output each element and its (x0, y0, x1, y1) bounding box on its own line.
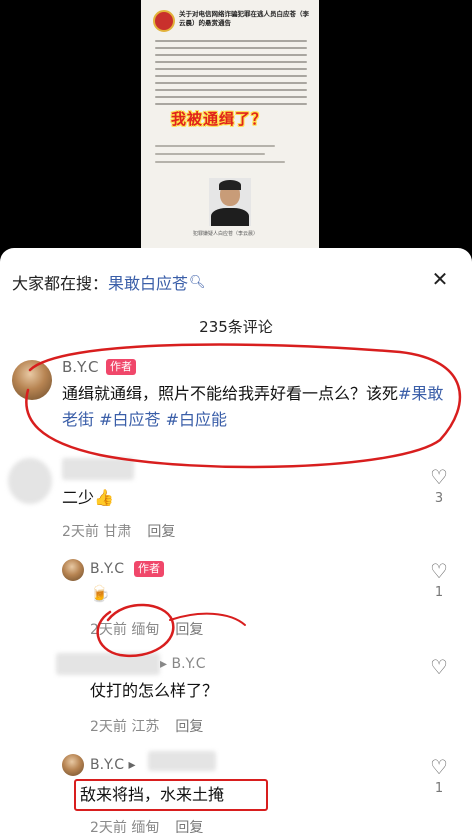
comment-meta: 2天前 甘肃 回复 (62, 524, 176, 540)
wanted-poster-image[interactable]: 关于对电信网络诈骗犯罪在逃人员白应苍（李云晨）的悬赏通告 我被通缉了？ 犯罪嫌疑… (141, 0, 319, 250)
comment-count: 235条评论 (199, 318, 273, 336)
comment-meta: 2天前 缅甸 回复 (90, 622, 204, 638)
reply-button[interactable]: 回复 (175, 820, 203, 833)
comment-author-name[interactable]: B.Y.C ▸ (90, 757, 135, 773)
media-area: 关于对电信网络诈骗犯罪在逃人员白应苍（李云晨）的悬赏通告 我被通缉了？ 犯罪嫌疑… (0, 0, 472, 250)
like-button[interactable]: ♡ 3 (428, 466, 450, 506)
comment-text: 二少👍 (62, 488, 114, 507)
comment-author-name[interactable] (56, 653, 160, 675)
reply-button[interactable]: 回复 (175, 622, 203, 638)
search-icon: 🔍︎ (189, 274, 206, 290)
like-button[interactable]: ♡ 1 (428, 560, 450, 600)
suspect-photo (209, 178, 251, 226)
like-button[interactable]: ♡ 1 (428, 756, 450, 796)
avatar[interactable] (62, 559, 84, 581)
close-icon[interactable]: ✕ (431, 269, 449, 289)
comment-author-name[interactable] (62, 458, 134, 480)
comment-sheet: 大家都在搜： 果敢白应苍 🔍︎ ✕ 235条评论 B.Y.C 作者 通缉就通缉，… (0, 248, 472, 833)
hot-search-prefix: 大家都在搜： (12, 274, 109, 293)
heart-icon: ♡ (430, 465, 448, 489)
hot-search-keyword[interactable]: 果敢白应苍 (108, 270, 188, 294)
like-button[interactable]: ♡ (428, 656, 450, 678)
photo-caption: 犯罪嫌疑人白应苍（李云晨） (193, 231, 259, 237)
reply-button[interactable]: 回复 (175, 719, 203, 735)
author-badge: 作者 (106, 359, 136, 375)
reply-to-name[interactable]: ▸ B.Y.C (160, 656, 205, 672)
poster-title: 关于对电信网络诈骗犯罪在逃人员白应苍（李云晨）的悬赏通告 (179, 10, 309, 27)
hashtag-link[interactable]: #白应能 (166, 410, 227, 429)
comment-author-name[interactable]: B.Y.C (62, 358, 98, 376)
comment-text: 通缉就通缉，照片不能给我弄好看一点么？该死#果敢老街 #白应苍 #白应能 (62, 384, 444, 429)
avatar[interactable] (62, 754, 84, 776)
like-count: 1 (434, 585, 444, 600)
like-count: 3 (434, 491, 444, 506)
author-badge: 作者 (134, 561, 164, 577)
police-emblem-icon (153, 10, 175, 32)
heart-icon: ♡ (430, 655, 448, 679)
hashtag-link[interactable]: #白应苍 (99, 410, 160, 429)
comment-text: 敌来将挡，水来土掩 (80, 785, 225, 804)
avatar[interactable] (8, 458, 52, 504)
comment-author-name[interactable]: B.Y.C (90, 561, 124, 577)
hot-search-bar[interactable]: 大家都在搜： 果敢白应苍 🔍︎ (12, 270, 206, 294)
comment-text: 🍺 (90, 584, 110, 603)
comment-meta: 2天前 江苏 回复 (90, 719, 204, 735)
avatar[interactable] (12, 360, 52, 400)
heart-icon: ♡ (430, 559, 448, 583)
heart-icon: ♡ (430, 755, 448, 779)
comment-meta: 2天前 缅甸 回复 (90, 817, 203, 833)
comment-text: 仗打的怎么样了？ (90, 681, 219, 700)
like-count: 1 (434, 781, 444, 796)
reply-to-name[interactable] (148, 751, 216, 771)
reply-button[interactable]: 回复 (147, 524, 175, 540)
poster-stamp-text: 我被通缉了？ (171, 110, 268, 128)
